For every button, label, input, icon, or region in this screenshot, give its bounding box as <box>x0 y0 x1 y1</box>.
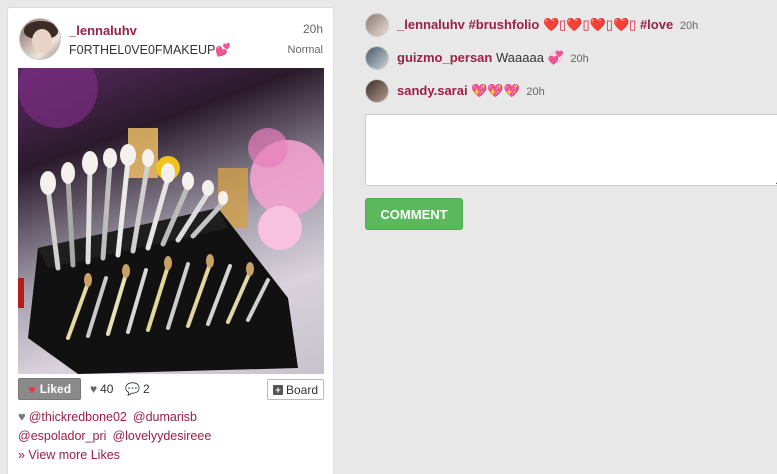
speech-bubble-icon: 💬 <box>125 382 140 396</box>
post-actions: ♥ Liked ♥ 40 💬 2 + Board <box>18 378 324 402</box>
comment-time: 20h <box>570 52 589 65</box>
comment-username[interactable]: _lennaluhv <box>397 17 465 32</box>
commenter-avatar[interactable] <box>365 78 389 103</box>
commenter-avatar[interactable] <box>365 45 389 70</box>
comment-username[interactable]: guizmo_persan <box>397 50 492 65</box>
heart-icon: ♥ <box>27 381 36 397</box>
likers-list: ♥ @thickredbone02 @dumarisb @espolador_pri… <box>18 407 324 465</box>
comment-time: 20h <box>679 19 699 32</box>
likes-count-value: 40 <box>100 382 114 396</box>
post-photo[interactable] <box>18 68 324 374</box>
comment-item: guizmo_persan Waaaaa 💞 20h <box>365 41 777 74</box>
comment-body: Waaaaa <box>495 49 544 65</box>
commenter-avatar[interactable] <box>365 12 389 37</box>
hearts-emoji: ❤️▯❤️▯❤️▯❤️▯ <box>542 16 637 32</box>
post-caption-text: F0RTHEL0VE0FMAKEUP <box>69 43 216 57</box>
comments-count-value: 2 <box>142 382 150 396</box>
likes-count[interactable]: ♥ 40 <box>90 382 113 396</box>
post-author-username[interactable]: _lennaluhv <box>69 23 137 38</box>
caption-emoji: 💕 <box>215 43 231 57</box>
liker-link[interactable]: @lovelyydesireee <box>112 429 211 443</box>
view-more-likes-link[interactable]: » View more Likes <box>18 448 120 462</box>
sparkling-hearts-emoji: 💖💖💖 <box>471 82 520 98</box>
post-author-avatar[interactable] <box>19 18 61 60</box>
comment-hashtag[interactable]: #brushfolio <box>469 17 540 32</box>
comment-item: sandy.sarai 💖💖💖 20h <box>365 74 777 107</box>
liker-link[interactable]: @dumarisb <box>133 410 197 424</box>
add-to-board-button[interactable]: + Board <box>266 379 324 400</box>
comment-hashtag[interactable]: #love <box>640 17 673 32</box>
comments-count[interactable]: 💬 2 <box>125 382 150 396</box>
heart-outline-icon: ♥ <box>90 382 98 396</box>
board-label: Board <box>285 382 318 397</box>
liked-button[interactable]: ♥ Liked <box>18 378 81 400</box>
post-filter: Normal <box>287 44 323 56</box>
heart-icon: ♥ <box>18 409 26 424</box>
comment-input[interactable] <box>365 114 777 186</box>
comment-username[interactable]: sandy.sarai <box>397 83 468 98</box>
post-time: 20h <box>302 22 323 36</box>
hearts-emoji: 💞 <box>547 49 564 65</box>
post-caption: F0RTHEL0VE0FMAKEUP💕 <box>69 43 231 58</box>
liker-link[interactable]: @espolador_pri <box>18 429 106 443</box>
post-card: _lennaluhv 20h F0RTHEL0VE0FMAKEUP💕 Norma… <box>7 7 334 474</box>
comment-time: 20h <box>526 85 545 98</box>
comments-list: _lennaluhv #brushfolio ❤️▯❤️▯❤️▯❤️▯ #lov… <box>365 8 777 107</box>
comment-text: sandy.sarai 💖💖💖 20h <box>397 83 545 99</box>
plus-icon: + <box>272 384 283 395</box>
comment-text: _lennaluhv #brushfolio ❤️▯❤️▯❤️▯❤️▯ #lov… <box>397 17 698 33</box>
liked-label: Liked <box>39 382 72 396</box>
comment-item: _lennaluhv #brushfolio ❤️▯❤️▯❤️▯❤️▯ #lov… <box>365 8 777 41</box>
makeup-brushes-photo-icon <box>18 68 324 374</box>
comment-submit-button[interactable]: COMMENT <box>365 198 463 230</box>
liker-link[interactable]: @thickredbone02 <box>29 410 127 424</box>
comment-text: guizmo_persan Waaaaa 💞 20h <box>397 50 589 66</box>
